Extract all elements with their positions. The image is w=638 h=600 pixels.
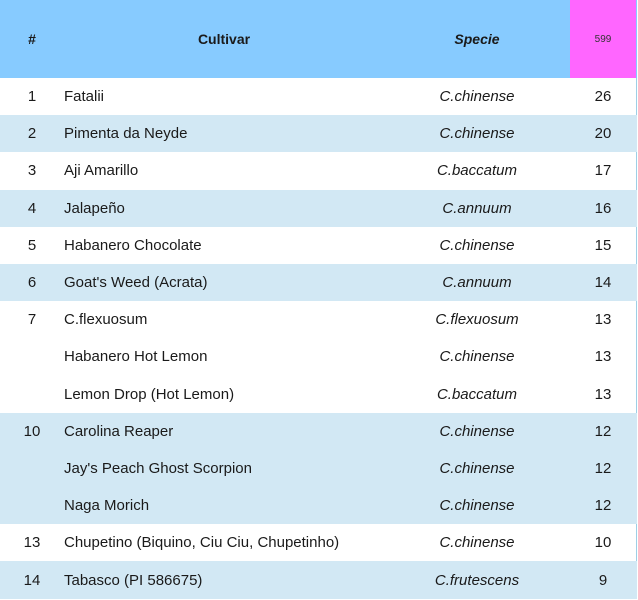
table-row: 3 Aji Amarillo C.baccatum 17 xyxy=(0,152,637,189)
table-row: 6 Goat's Weed (Acrata) C.annuum 14 xyxy=(0,263,637,302)
species-cell: C.annuum xyxy=(442,274,512,292)
rank-cell: 7 xyxy=(27,311,37,329)
cultivar-cell: Habanero Chocolate xyxy=(64,236,202,254)
species-cell: C.flexuosum xyxy=(435,311,519,329)
table-row: 7 C.flexuosum C.flexuosum 13 xyxy=(0,301,637,338)
cultivar-cell: Tabasco (PI 586675) xyxy=(64,571,203,589)
table-row: Lemon Drop (Hot Lemon) C.baccatum 13 xyxy=(0,376,637,413)
species-cell: C.chinense xyxy=(439,422,515,440)
count-cell: 9 xyxy=(598,571,608,589)
cultivar-cell: Goat's Weed (Acrata) xyxy=(64,274,208,292)
table-row: Habanero Hot Lemon C.chinense 13 xyxy=(0,338,637,375)
rank-cell: 10 xyxy=(23,422,41,440)
cultivar-cell: Jalapeño xyxy=(64,199,125,217)
species-cell: C.chinense xyxy=(439,236,515,254)
count-cell: 12 xyxy=(594,497,612,515)
cultivar-cell: Habanero Hot Lemon xyxy=(64,348,208,366)
table-row: Jay's Peach Ghost Scorpion C.chinense 12 xyxy=(0,449,637,488)
species-cell: C.baccatum xyxy=(436,162,518,180)
count-cell: 10 xyxy=(594,534,612,552)
cultivar-cell: Pimenta da Neyde xyxy=(64,125,188,143)
count-cell: 12 xyxy=(594,422,612,440)
table-row: 1 Fatalii C.chinense 26 xyxy=(0,78,637,115)
table-row: 14 Tabasco (PI 586675) C.frutescens 9 xyxy=(0,561,637,599)
count-cell: 16 xyxy=(594,199,612,217)
species-cell: C.chinense xyxy=(439,125,515,143)
table-body: 1 Fatalii C.chinense 26 2 Pimenta da Neyde C.c… xyxy=(0,78,637,599)
table-row: 13 Chupetino (Biquino, Ciu Ciu, Chupetinh… xyxy=(0,524,637,561)
table-row: 4 Jalapeño C.annuum 16 xyxy=(0,189,637,227)
rank-cell: 1 xyxy=(27,88,37,106)
rank-cell: 2 xyxy=(27,125,37,143)
rank-cell: 4 xyxy=(27,199,37,217)
species-cell: C.annuum xyxy=(442,199,512,217)
cultivar-cell: Carolina Reaper xyxy=(64,422,174,440)
count-cell: 26 xyxy=(594,88,612,106)
count-cell: 20 xyxy=(594,125,612,143)
cultivar-cell: Aji Amarillo xyxy=(64,162,139,180)
rank-cell: 14 xyxy=(23,571,41,589)
ranking-table: # Cultivar Specie 599 1 Fatalii C.chinense… xyxy=(0,0,637,599)
species-cell: C.chinense xyxy=(439,459,515,477)
table-row: 2 Pimenta da Neyde C.chinense 20 xyxy=(0,115,637,153)
species-cell: C.chinense xyxy=(439,497,515,515)
table-header: # Cultivar Specie 599 xyxy=(0,0,637,78)
cultivar-cell: Lemon Drop (Hot Lemon) xyxy=(64,385,235,403)
rank-cell: 6 xyxy=(27,274,37,292)
count-cell: 14 xyxy=(594,274,612,292)
count-cell: 13 xyxy=(594,348,612,366)
cultivar-cell: C.flexuosum xyxy=(64,311,148,329)
table-row: 10 Carolina Reaper C.chinense 12 xyxy=(0,412,637,450)
species-cell: C.chinense xyxy=(439,534,515,552)
species-cell: C.chinense xyxy=(439,348,515,366)
species-cell: C.chinense xyxy=(439,88,515,106)
header-species: Specie xyxy=(454,31,500,47)
species-cell: C.baccatum xyxy=(436,385,518,403)
header-cultivar: Cultivar xyxy=(197,31,251,47)
header-total: 599 xyxy=(570,0,636,78)
count-cell: 13 xyxy=(594,311,612,329)
table-row: 5 Habanero Chocolate C.chinense 15 xyxy=(0,227,637,264)
rank-cell: 13 xyxy=(23,534,41,552)
table-row: Naga Morich C.chinense 12 xyxy=(0,487,637,525)
cultivar-cell: Jay's Peach Ghost Scorpion xyxy=(64,459,252,477)
count-cell: 17 xyxy=(594,162,612,180)
rank-cell: 5 xyxy=(27,236,37,254)
rank-cell: 3 xyxy=(27,162,37,180)
count-cell: 12 xyxy=(594,459,612,477)
cultivar-cell: Fatalii xyxy=(64,88,105,106)
cultivar-cell: Chupetino (Biquino, Ciu Ciu, Chupetinho) xyxy=(64,534,340,552)
count-cell: 13 xyxy=(594,385,612,403)
cultivar-cell: Naga Morich xyxy=(64,497,150,515)
species-cell: C.frutescens xyxy=(434,571,520,589)
header-rank: # xyxy=(28,31,36,47)
count-cell: 15 xyxy=(594,236,612,254)
